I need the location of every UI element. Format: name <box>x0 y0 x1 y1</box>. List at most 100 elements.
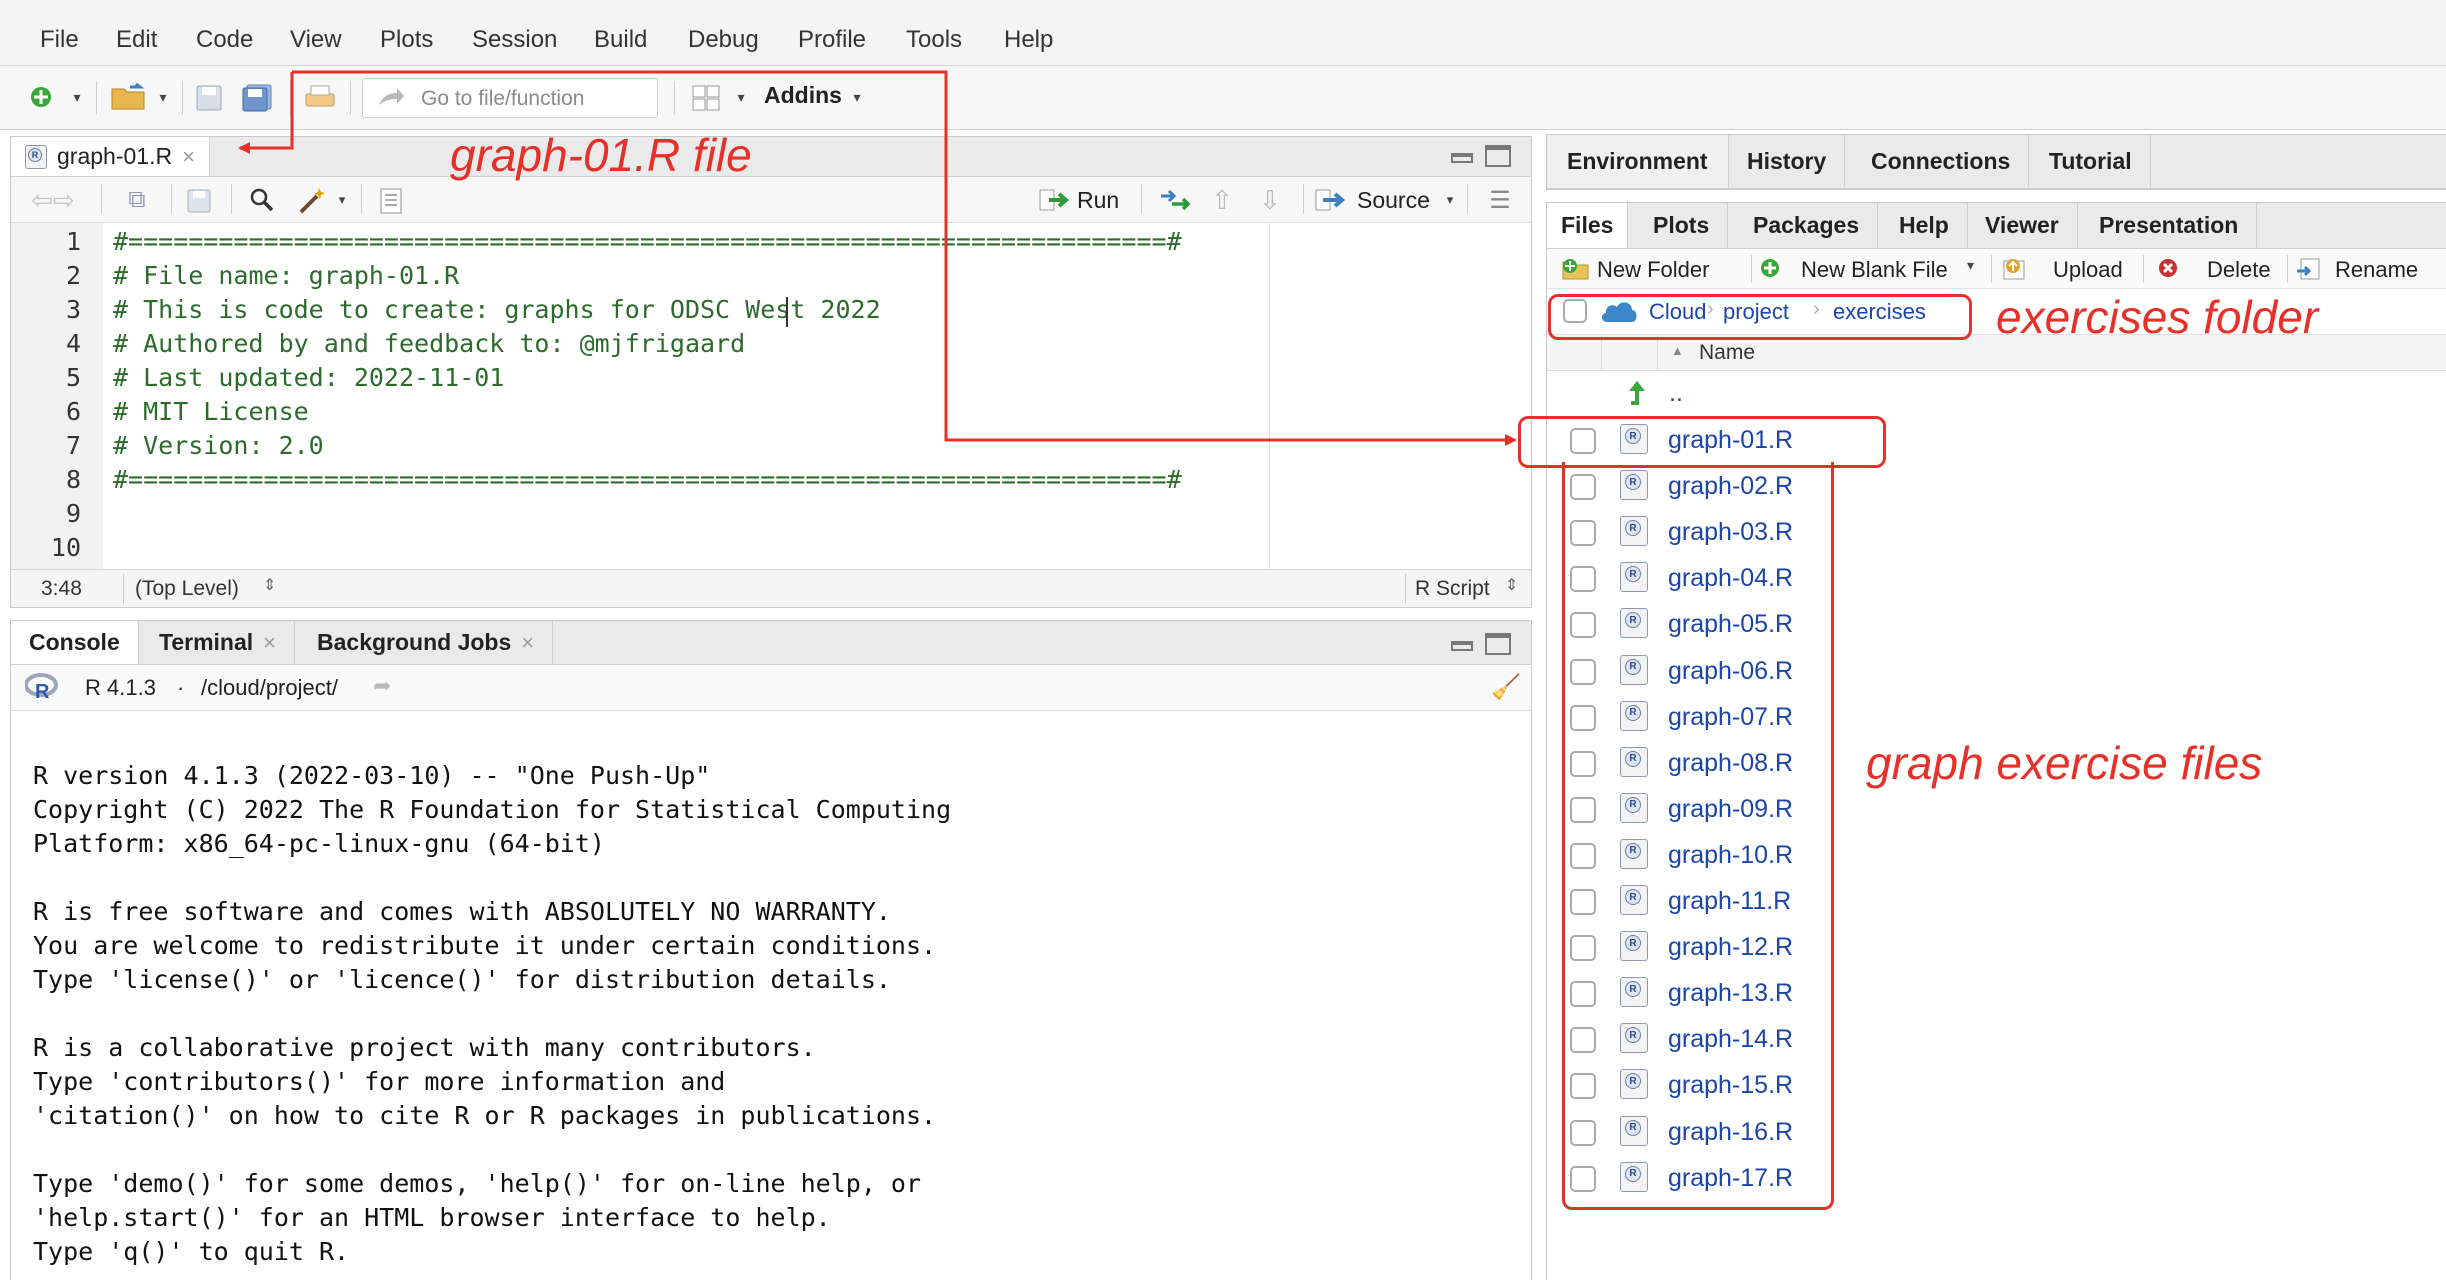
save-all-icon[interactable] <box>240 82 274 114</box>
upload-button[interactable]: Upload <box>2053 257 2123 283</box>
tab-terminal[interactable]: Terminal × <box>141 621 296 664</box>
minimize-icon[interactable] <box>1451 153 1473 163</box>
close-icon[interactable]: × <box>263 630 276 656</box>
chevron-down-icon[interactable]: ▾ <box>1967 257 1974 274</box>
name-column-header[interactable]: Name <box>1699 341 1755 365</box>
pane-layout-icon[interactable] <box>690 82 722 114</box>
console-tabbar: Console Terminal × Background Jobs × <box>11 621 1531 665</box>
menu-tools[interactable]: Tools <box>906 26 962 58</box>
line-number: 4 <box>65 329 81 358</box>
outline-icon[interactable]: ☰ <box>1485 185 1515 215</box>
env-tabbar: Environment History Connections Tutorial <box>1547 135 2446 189</box>
menu-help[interactable]: Help <box>1004 26 1053 58</box>
source-button[interactable]: Source <box>1357 187 1430 214</box>
environment-pane: Environment History Connections Tutorial <box>1546 134 2446 190</box>
updown-icon: ⇕ <box>263 577 277 594</box>
arrow-down-icon[interactable]: ⇩ <box>1255 185 1285 215</box>
line-number: 6 <box>65 397 81 426</box>
scope-selector[interactable]: (Top Level) <box>135 577 239 601</box>
console-output[interactable]: R version 4.1.3 (2022-03-10) -- "One Pus… <box>11 711 1531 1280</box>
code-line: # This is code to create: graphs for ODS… <box>113 295 881 324</box>
up-arrow-icon <box>1627 379 1653 409</box>
files-tabbar: Files Plots Packages Help Viewer Present… <box>1547 203 2446 249</box>
annotation-folder-note: exercises folder <box>1996 291 2319 343</box>
tab-background-jobs[interactable]: Background Jobs × <box>299 621 554 664</box>
menu-build[interactable]: Build <box>594 26 647 58</box>
chevron-down-icon[interactable]: ▾ <box>848 80 866 114</box>
goto-dir-icon[interactable]: ➦ <box>373 673 391 699</box>
tab-console[interactable]: Console <box>11 621 139 664</box>
new-file-icon[interactable] <box>26 80 56 114</box>
rename-button[interactable]: Rename <box>2335 257 2418 283</box>
r-logo-icon: R <box>24 673 59 703</box>
tab-viewer[interactable]: Viewer <box>1967 203 2078 248</box>
goto-placeholder: Go to file/function <box>421 87 585 110</box>
svg-text:R: R <box>35 681 50 701</box>
menu-code[interactable]: Code <box>196 26 253 58</box>
tab-history[interactable]: History <box>1729 135 1846 188</box>
console-pane: Console Terminal × Background Jobs × R R 4… <box>10 620 1532 1280</box>
working-directory[interactable]: /cloud/project/ <box>201 675 338 701</box>
menu-session[interactable]: Session <box>472 26 557 58</box>
menu-profile[interactable]: Profile <box>798 26 866 58</box>
run-icon[interactable] <box>1037 185 1073 215</box>
rerun-icon[interactable] <box>1157 185 1193 215</box>
source-icon[interactable] <box>1313 185 1349 215</box>
close-icon[interactable]: × <box>521 630 534 656</box>
arrow-up-icon[interactable]: ⇧ <box>1207 185 1237 215</box>
menu-view[interactable]: View <box>290 26 342 58</box>
chevron-down-icon[interactable]: ▾ <box>1443 185 1457 215</box>
new-folder-button[interactable]: New Folder <box>1597 257 1709 283</box>
source-tabbar: R graph-01.R × <box>11 137 1531 177</box>
tab-label: Background Jobs <box>317 629 512 655</box>
chevron-down-icon[interactable]: ▾ <box>154 80 172 114</box>
menu-debug[interactable]: Debug <box>688 26 759 58</box>
parent-dir-row[interactable]: .. <box>1547 371 2446 417</box>
menu-file[interactable]: File <box>40 26 79 58</box>
sort-up-icon: ▲ <box>1671 343 1684 358</box>
cursor-position: 3:48 <box>41 577 82 600</box>
close-icon[interactable]: × <box>182 144 195 170</box>
code-line: # File name: graph-01.R <box>113 261 460 290</box>
magic-wand-icon[interactable] <box>295 185 329 215</box>
maximize-icon[interactable] <box>1485 145 1511 167</box>
code-editor[interactable]: 1 2 3 4 5 6 7 8 9 10 #==================… <box>11 223 1531 569</box>
open-folder-icon[interactable] <box>108 80 152 114</box>
tab-files[interactable]: Files <box>1547 203 1629 248</box>
back-forward-icon[interactable]: ⇦⇨ <box>25 185 81 215</box>
save-icon[interactable] <box>185 187 213 215</box>
print-icon[interactable] <box>302 82 338 114</box>
compile-report-icon[interactable] <box>377 187 405 215</box>
line-number: 3 <box>65 295 81 324</box>
chevron-down-icon[interactable]: ▾ <box>732 80 750 114</box>
tab-plots[interactable]: Plots <box>1635 203 1729 248</box>
line-number: 1 <box>65 227 81 256</box>
code-line: # Last updated: 2022-11-01 <box>113 363 505 392</box>
new-blank-file-button[interactable]: New Blank File <box>1801 257 1948 283</box>
maximize-icon[interactable] <box>1485 633 1511 655</box>
tab-tutorial[interactable]: Tutorial <box>2031 135 2151 188</box>
broom-icon[interactable]: 🧹 <box>1491 673 1521 702</box>
tab-presentation[interactable]: Presentation <box>2081 203 2258 248</box>
tab-connections[interactable]: Connections <box>1853 135 2030 188</box>
parent-dir-link[interactable]: .. <box>1669 379 1683 408</box>
menu-edit[interactable]: Edit <box>116 26 157 58</box>
tab-graph-01[interactable]: R graph-01.R × <box>11 137 210 176</box>
new-file-icon <box>1759 257 1785 283</box>
tab-help[interactable]: Help <box>1881 203 1968 248</box>
search-icon[interactable] <box>247 185 277 215</box>
run-button[interactable]: Run <box>1077 187 1119 214</box>
file-type-selector[interactable]: R Script <box>1415 577 1490 601</box>
addins-menu[interactable]: Addins <box>764 82 842 109</box>
delete-button[interactable]: Delete <box>2207 257 2271 283</box>
tab-label: Connections <box>1871 148 2011 174</box>
menu-plots[interactable]: Plots <box>380 26 433 58</box>
tab-packages[interactable]: Packages <box>1735 203 1879 248</box>
chevron-down-icon[interactable]: ▾ <box>335 185 349 215</box>
chevron-down-icon[interactable]: ▾ <box>68 80 86 114</box>
save-icon[interactable] <box>194 82 224 114</box>
minimize-icon[interactable] <box>1451 641 1473 651</box>
show-in-window-icon[interactable]: ⧉ <box>121 185 153 215</box>
tab-environment[interactable]: Environment <box>1547 135 1729 188</box>
goto-file-input[interactable]: Go to file/function <box>362 78 658 118</box>
